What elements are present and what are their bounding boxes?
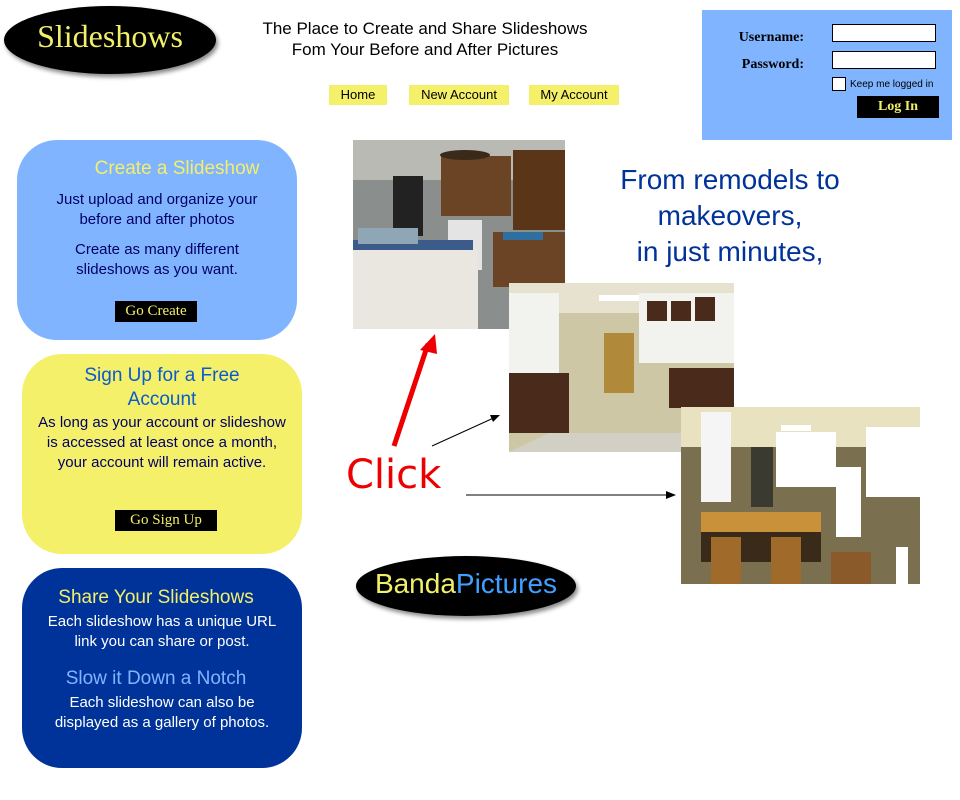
signup-panel-title: Sign Up for a Free Account: [84, 365, 240, 410]
headline-line-3: in just minutes,: [636, 236, 824, 267]
headline-line-2: makeovers,: [657, 200, 803, 231]
logo-text: Slideshows: [37, 18, 183, 54]
password-input[interactable]: [832, 51, 936, 69]
headline-line-1: From remodels to: [620, 164, 840, 195]
after-photo[interactable]: [681, 407, 920, 584]
share-panel-text: Each slideshow has a unique URL link you…: [47, 613, 277, 650]
headline: From remodels to makeovers, in just minu…: [585, 162, 875, 270]
create-panel-text-2: Create as many different slideshows as y…: [75, 241, 239, 278]
site-logo[interactable]: Slideshows: [4, 6, 216, 74]
nav-new-account-button[interactable]: New Account: [409, 85, 509, 105]
nav-my-account-button[interactable]: My Account: [529, 85, 619, 105]
tagline-line-2: Fom Your Before and After Pictures: [291, 40, 559, 59]
password-label: Password:: [741, 57, 804, 72]
click-label: Click: [346, 452, 442, 498]
share-panel-title: Share Your Slideshows: [58, 587, 254, 608]
sign-up-panel: Sign Up for a Free Account As long as yo…: [22, 354, 302, 554]
banda-logo-text: BandaPictures: [356, 568, 576, 600]
slow-down-text: Each slideshow can also be displayed as …: [54, 694, 270, 731]
create-panel-title: Create a Slideshow: [94, 158, 260, 179]
create-panel-text-1: Just upload and organize your before and…: [56, 191, 258, 228]
username-input[interactable]: [832, 24, 936, 42]
keep-logged-in-label: Keep me logged in: [850, 79, 934, 90]
red-arrow-head-icon: [420, 334, 437, 354]
nav-home-button[interactable]: Home: [329, 85, 387, 105]
signup-panel-text: As long as your account or slideshow is …: [38, 414, 286, 471]
banda-pictures-logo[interactable]: BandaPictures: [356, 556, 576, 616]
login-panel: Username: Password: Keep me logged in Lo…: [702, 10, 952, 140]
go-sign-up-button[interactable]: Go Sign Up: [115, 510, 217, 531]
username-label: Username:: [738, 30, 804, 45]
login-button[interactable]: Log In: [857, 96, 939, 118]
banda-part-1: Banda: [374, 568, 456, 599]
tagline-line-1: The Place to Create and Share Slideshows: [262, 19, 588, 38]
create-slideshow-panel: Create a Slideshow Just upload and organ…: [17, 140, 297, 340]
go-create-button[interactable]: Go Create: [115, 301, 197, 322]
tagline: The Place to Create and Share Slideshows…: [230, 18, 620, 60]
slow-down-title: Slow it Down a Notch: [65, 668, 247, 689]
share-slideshows-panel: Share Your Slideshows Each slideshow has…: [22, 568, 302, 768]
keep-logged-in-checkbox[interactable]: [832, 77, 846, 91]
banda-part-2: Pictures: [455, 568, 558, 599]
